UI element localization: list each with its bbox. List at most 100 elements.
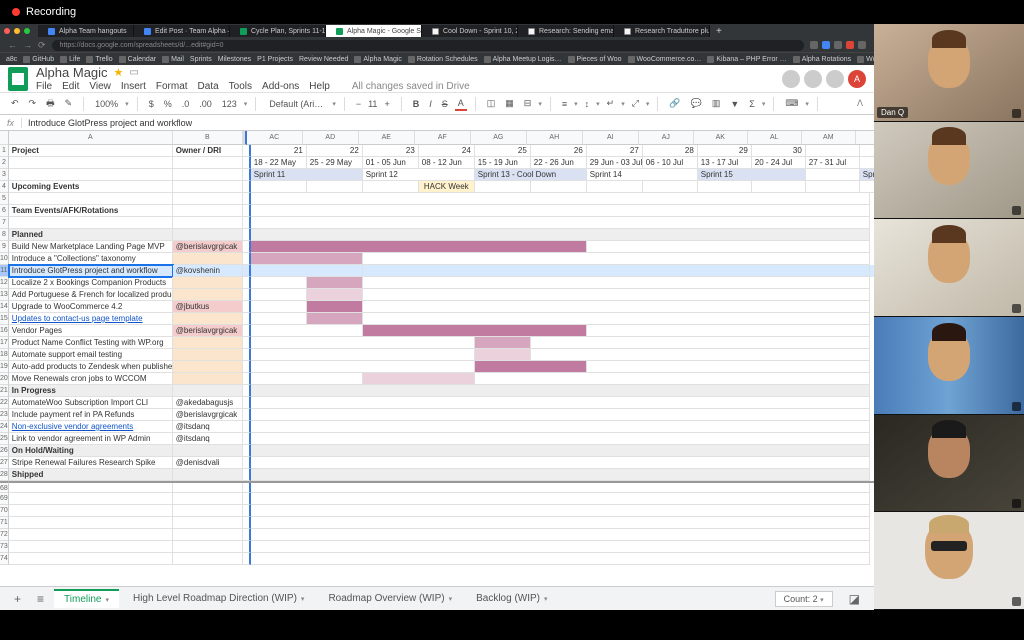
bookmark-item[interactable]: Pieces of Woo bbox=[568, 56, 622, 63]
extension-icon[interactable] bbox=[810, 41, 818, 49]
row-header[interactable]: 10 bbox=[0, 253, 9, 265]
menu-addons[interactable]: Add-ons bbox=[262, 81, 299, 92]
menu-format[interactable]: Format bbox=[156, 81, 188, 92]
cell[interactable] bbox=[9, 169, 173, 181]
row-header[interactable]: 3 bbox=[0, 169, 9, 181]
cell[interactable]: Link to vendor agreement in WP Admin bbox=[9, 433, 173, 445]
cell[interactable]: Team Events/AFK/Rotations bbox=[9, 205, 173, 217]
extension-icon[interactable] bbox=[822, 41, 830, 49]
collapse-toolbar-icon[interactable]: ᐱ bbox=[854, 97, 866, 110]
collaborator-avatar[interactable] bbox=[804, 70, 822, 88]
extension-icon[interactable] bbox=[846, 41, 854, 49]
bold-button[interactable]: B bbox=[410, 98, 423, 110]
cell[interactable]: @jbutkus bbox=[173, 301, 243, 313]
row-header[interactable]: 12 bbox=[0, 277, 9, 289]
cell[interactable]: Owner / DRI bbox=[173, 145, 243, 157]
cell[interactable] bbox=[173, 181, 243, 193]
rotate-icon[interactable]: ⤢ bbox=[629, 97, 642, 110]
folder-icon[interactable]: ▭ bbox=[129, 67, 138, 78]
row-header[interactable]: 73 bbox=[0, 541, 9, 553]
cell[interactable]: Sprint 14 bbox=[587, 169, 698, 181]
cell[interactable]: 28 bbox=[643, 145, 698, 157]
selection-count[interactable]: Count: 2 ▾ bbox=[775, 591, 833, 607]
cell[interactable]: Planned bbox=[9, 229, 173, 241]
row-header[interactable]: 27 bbox=[0, 457, 9, 469]
row-header[interactable]: 20 bbox=[0, 373, 9, 385]
col-header[interactable]: AF bbox=[415, 131, 471, 145]
col-header[interactable]: AM bbox=[802, 131, 856, 145]
bookmark-item[interactable]: GitHub bbox=[23, 56, 54, 63]
cell[interactable]: Add Portuguese & French for localized pr… bbox=[9, 289, 173, 301]
col-header[interactable]: AH bbox=[527, 131, 583, 145]
cell[interactable]: 24 bbox=[419, 145, 475, 157]
gantt-bar[interactable] bbox=[307, 313, 363, 325]
explore-button[interactable]: ◪ bbox=[843, 592, 866, 606]
video-tile[interactable] bbox=[874, 512, 1024, 610]
row-header[interactable]: 69 bbox=[0, 493, 9, 505]
menu-tools[interactable]: Tools bbox=[229, 81, 252, 92]
col-header[interactable]: AG bbox=[471, 131, 527, 145]
row-header[interactable]: 15 bbox=[0, 313, 9, 325]
row-header[interactable]: 68 bbox=[0, 481, 9, 493]
maximize-window-icon[interactable] bbox=[24, 28, 30, 34]
cell[interactable]: @akedabagusjs bbox=[173, 397, 243, 409]
cell[interactable]: 25 bbox=[475, 145, 531, 157]
cell[interactable]: Sprint 11 bbox=[251, 169, 363, 181]
cell[interactable]: Sprint 16 - Coo bbox=[860, 169, 874, 181]
collaborator-avatar[interactable] bbox=[826, 70, 844, 88]
reload-icon[interactable]: ⟳ bbox=[38, 40, 46, 51]
row-header[interactable]: 2 bbox=[0, 157, 9, 169]
cell[interactable]: Upcoming Events bbox=[9, 181, 173, 193]
browser-tab[interactable]: Research: Sending emails wh… bbox=[518, 25, 614, 37]
cell[interactable]: 26 bbox=[531, 145, 587, 157]
menu-edit[interactable]: Edit bbox=[62, 81, 79, 92]
font-size-minus[interactable]: − bbox=[353, 98, 364, 110]
col-header[interactable]: AC bbox=[247, 131, 303, 145]
col-header[interactable]: AL bbox=[748, 131, 802, 145]
sheet-grid[interactable]: 1 2 3 4 5 6 7 8 9 10 11 12 13 14 15 16 1 bbox=[0, 131, 874, 586]
user-avatar[interactable]: A bbox=[848, 70, 866, 88]
col-header[interactable]: A bbox=[9, 131, 173, 145]
forward-icon[interactable]: → bbox=[23, 40, 32, 50]
back-icon[interactable]: ← bbox=[8, 40, 17, 50]
gantt-bar[interactable] bbox=[307, 289, 363, 301]
cell[interactable]: 23 bbox=[363, 145, 419, 157]
comment-icon[interactable]: 💬 bbox=[688, 97, 705, 110]
row-header[interactable]: 5 bbox=[0, 193, 9, 205]
font-size-plus[interactable]: + bbox=[381, 98, 392, 110]
col-header[interactable]: AK bbox=[694, 131, 748, 145]
gantt-bar[interactable] bbox=[307, 301, 363, 313]
cell[interactable] bbox=[173, 169, 243, 181]
cell[interactable]: @berislavgrgicak bbox=[173, 325, 243, 337]
chart-icon[interactable]: ▥ bbox=[709, 97, 724, 110]
bookmark-item[interactable]: Calendar bbox=[119, 56, 156, 63]
browser-tab[interactable]: Cycle Plan, Sprints 11-13, 20… bbox=[230, 25, 326, 37]
cell[interactable]: Sprint 12 bbox=[363, 169, 475, 181]
cell[interactable]: 25 - 29 May bbox=[307, 157, 363, 169]
sheet-tab[interactable]: High Level Roadmap Direction (WIP)▾ bbox=[123, 590, 314, 607]
cell[interactable]: @denisdvali bbox=[173, 457, 243, 469]
keyboard-icon[interactable]: ⌨ bbox=[782, 97, 801, 110]
formula-input[interactable]: Introduce GlotPress project and workflow bbox=[22, 118, 198, 128]
bookmark-item[interactable]: Life bbox=[60, 56, 80, 63]
video-tile[interactable] bbox=[874, 317, 1024, 415]
row-header[interactable]: 4 bbox=[0, 181, 9, 193]
video-tile[interactable] bbox=[874, 415, 1024, 513]
cell[interactable]: Introduce a "Collections" taxonomy bbox=[9, 253, 173, 265]
menu-help[interactable]: Help bbox=[309, 81, 330, 92]
gantt-bar[interactable] bbox=[251, 265, 363, 277]
bookmark-item[interactable]: a8c bbox=[6, 56, 17, 63]
sheet-tab[interactable]: Backlog (WIP)▾ bbox=[466, 590, 557, 607]
row-header[interactable]: 17 bbox=[0, 337, 9, 349]
cell[interactable]: Automate support email testing bbox=[9, 349, 173, 361]
col-header[interactable]: AE bbox=[359, 131, 415, 145]
merge-cells-icon[interactable]: ⊟ bbox=[521, 97, 535, 110]
functions-icon[interactable]: Σ bbox=[746, 98, 758, 110]
row-header[interactable]: 71 bbox=[0, 517, 9, 529]
filter-icon[interactable]: ▼ bbox=[727, 98, 742, 110]
gantt-bar[interactable] bbox=[475, 361, 587, 373]
gantt-bar[interactable] bbox=[363, 325, 587, 337]
bookmark-item[interactable]: Alpha Meetup Logis… bbox=[484, 56, 562, 63]
cell[interactable]: Localize 2 x Bookings Companion Products bbox=[9, 277, 173, 289]
row-header[interactable]: 28 bbox=[0, 469, 9, 481]
